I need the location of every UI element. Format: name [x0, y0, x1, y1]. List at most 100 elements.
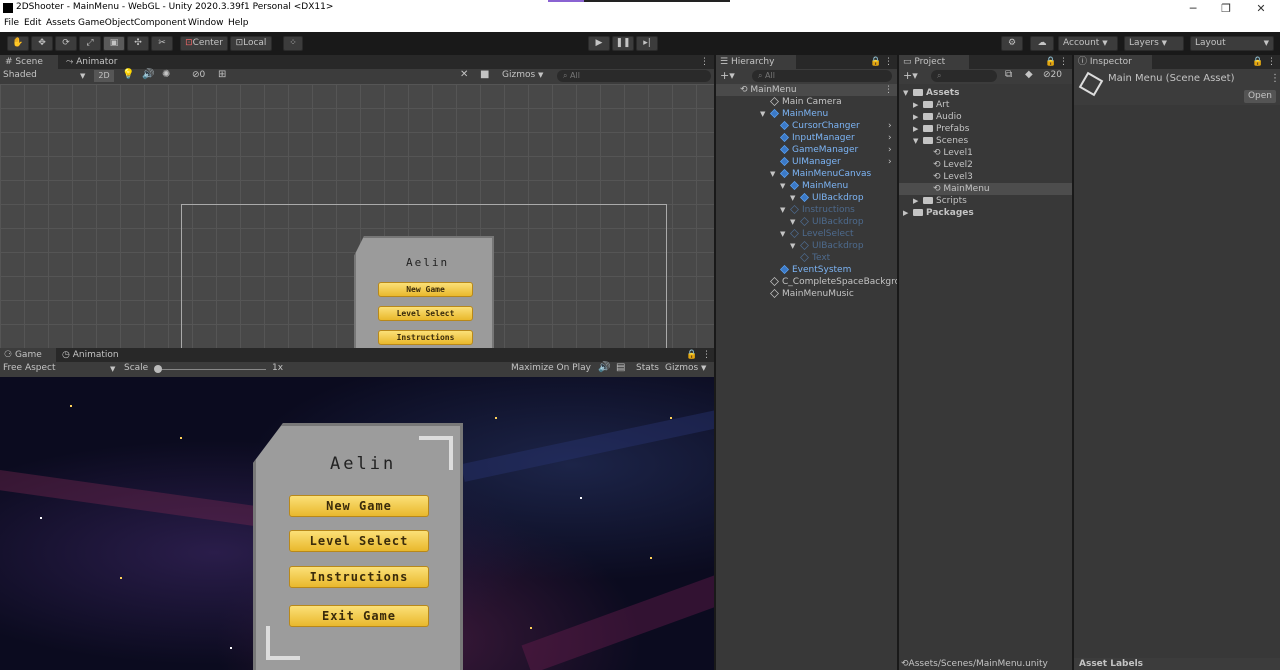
- hierarchy-scene-row[interactable]: ⟲ MainMenu ⋮: [716, 84, 897, 96]
- hierarchy-item[interactable]: ▼ UIBackdrop: [790, 192, 864, 204]
- project-scene-item[interactable]: ⟲ Level2: [899, 159, 1072, 171]
- custom-tool-icon[interactable]: ✂: [151, 36, 173, 51]
- hierarchy-item[interactable]: Main Camera: [760, 96, 842, 108]
- open-button[interactable]: Open: [1244, 90, 1276, 103]
- play-button[interactable]: ▶: [588, 36, 610, 51]
- project-scene-item[interactable]: ⟲ MainMenu: [899, 183, 1072, 195]
- scale-tool-icon[interactable]: ⤢: [79, 36, 101, 51]
- cloud-icon[interactable]: ☁: [1030, 36, 1054, 51]
- hierarchy-item[interactable]: ▼ LevelSelect: [780, 228, 854, 240]
- pause-button[interactable]: ❚❚: [612, 36, 634, 51]
- grid-snap-icon[interactable]: ⁘: [283, 36, 303, 51]
- tab-project[interactable]: ▭ Project: [899, 55, 969, 69]
- chevron-down-icon[interactable]: ▼: [780, 180, 790, 192]
- maximize-on-play-toggle[interactable]: Maximize On Play: [511, 363, 591, 373]
- menu-gameobject[interactable]: GameObject: [78, 18, 134, 28]
- rect-tool-icon[interactable]: ▣: [103, 36, 125, 51]
- game-viewport[interactable]: Aelin New Game Level Select Instructions…: [0, 377, 714, 670]
- chevron-right-icon[interactable]: ›: [888, 132, 892, 144]
- game-more-icon[interactable]: ⋮: [702, 348, 712, 362]
- lock-icon[interactable]: 🔒: [1252, 55, 1263, 69]
- add-icon[interactable]: +▾: [720, 69, 735, 82]
- close-button[interactable]: ✕: [1245, 0, 1277, 17]
- chevron-down-icon[interactable]: ▼: [780, 228, 790, 240]
- hierarchy-item[interactable]: UIManager: [770, 156, 841, 168]
- scale-slider-track[interactable]: [158, 369, 266, 370]
- chevron-right-icon[interactable]: ▼: [913, 135, 923, 147]
- project-scene-item[interactable]: ⟲ Level1: [899, 147, 1072, 159]
- hierarchy-item[interactable]: ▼ UIBackdrop: [790, 240, 864, 252]
- lock-icon[interactable]: 🔒: [870, 55, 881, 69]
- instructions-button[interactable]: Instructions: [289, 566, 429, 588]
- hierarchy-item[interactable]: ▼ Instructions: [780, 204, 855, 216]
- project-scene-item[interactable]: ⟲ Level3: [899, 171, 1072, 183]
- level-select-button[interactable]: Level Select: [289, 530, 429, 552]
- menu-assets[interactable]: Assets: [46, 18, 75, 28]
- hierarchy-item[interactable]: CursorChanger: [770, 120, 860, 132]
- collab-icon[interactable]: ⚙: [1001, 36, 1023, 51]
- chevron-right-icon[interactable]: ▶: [913, 195, 923, 207]
- step-button[interactable]: ▸|: [636, 36, 658, 51]
- panel-divider[interactable]: [714, 55, 716, 670]
- scene-viewport[interactable]: Aelin New Game Level Select Instructions: [0, 84, 714, 348]
- chevron-down-icon[interactable]: ▼: [760, 108, 770, 120]
- panel-divider[interactable]: [1072, 55, 1074, 670]
- lock-icon[interactable]: 🔒: [1045, 55, 1056, 69]
- audio-icon[interactable]: 🔊: [142, 69, 154, 80]
- stats-toggle[interactable]: Stats: [636, 363, 659, 373]
- chevron-right-icon[interactable]: ▶: [903, 207, 913, 219]
- shaded-dropdown[interactable]: Shaded: [3, 70, 37, 80]
- aspect-dropdown[interactable]: Free Aspect: [3, 363, 56, 373]
- chevron-down-icon[interactable]: ▼: [770, 168, 780, 180]
- hierarchy-item[interactable]: ▼ MainMenu: [780, 180, 848, 192]
- layout-dropdown[interactable]: Layout ▼: [1190, 36, 1274, 51]
- filter-label-icon[interactable]: ◆: [1025, 69, 1033, 80]
- effects-icon[interactable]: ✺: [162, 69, 170, 80]
- menu-edit[interactable]: Edit: [24, 18, 41, 28]
- project-folder-item[interactable]: ▼ Assets: [899, 87, 1072, 99]
- mute-audio-icon[interactable]: 🔊: [598, 362, 610, 373]
- rotate-tool-icon[interactable]: ⟳: [55, 36, 77, 51]
- chevron-down-icon[interactable]: ▼: [80, 72, 85, 80]
- hierarchy-item[interactable]: GameManager: [770, 144, 858, 156]
- layers-dropdown[interactable]: Layers ▼: [1124, 36, 1184, 51]
- hierarchy-search-input[interactable]: ⌕ All: [752, 70, 892, 82]
- hierarchy-item[interactable]: ▼ MainMenu: [760, 108, 828, 120]
- add-icon[interactable]: +▾: [903, 69, 918, 82]
- minimize-button[interactable]: ─: [1177, 0, 1209, 17]
- chevron-down-icon[interactable]: ▼: [790, 216, 800, 228]
- lighting-icon[interactable]: 💡: [122, 69, 134, 80]
- display-icon[interactable]: ▤: [616, 362, 625, 373]
- inspector-more-icon[interactable]: ⋮: [1267, 55, 1277, 69]
- inspector-header-more-icon[interactable]: ⋮: [1270, 73, 1280, 84]
- panel-divider[interactable]: [897, 55, 899, 670]
- pivot-local-button[interactable]: ⊡Local: [230, 36, 272, 51]
- menu-component[interactable]: Component: [134, 18, 186, 28]
- project-more-icon[interactable]: ⋮: [1059, 55, 1069, 69]
- game-gizmos-dropdown[interactable]: Gizmos ▼: [665, 363, 706, 373]
- hierarchy-item[interactable]: InputManager: [770, 132, 855, 144]
- filter-type-icon[interactable]: ⧉: [1005, 69, 1012, 80]
- tools-icon[interactable]: ✕: [460, 69, 468, 80]
- move-tool-icon[interactable]: ✥: [31, 36, 53, 51]
- lock-icon[interactable]: 🔒: [686, 348, 697, 362]
- menu-help[interactable]: Help: [228, 18, 249, 28]
- scene-level-select-button[interactable]: Level Select: [378, 306, 473, 321]
- hierarchy-item[interactable]: EventSystem: [770, 264, 851, 276]
- chevron-down-icon[interactable]: ▼: [780, 204, 790, 216]
- tab-scene[interactable]: # Scene: [0, 55, 58, 69]
- transform-tool-icon[interactable]: ✣: [127, 36, 149, 51]
- tab-animation[interactable]: ◷ Animation: [60, 348, 130, 362]
- menu-file[interactable]: File: [4, 18, 19, 28]
- chevron-right-icon[interactable]: ▶: [913, 123, 923, 135]
- hierarchy-more-icon[interactable]: ⋮: [884, 55, 894, 69]
- restore-button[interactable]: ❐: [1210, 0, 1242, 17]
- scene-more-icon[interactable]: ⋮: [700, 55, 710, 69]
- project-folder-item[interactable]: ▶ Packages: [899, 207, 1072, 219]
- 2d-toggle[interactable]: 2D: [94, 70, 114, 82]
- scene-new-game-button[interactable]: New Game: [378, 282, 473, 297]
- hierarchy-item[interactable]: Text: [790, 252, 830, 264]
- tab-game[interactable]: ⚆ Game: [0, 348, 56, 362]
- new-game-button[interactable]: New Game: [289, 495, 429, 517]
- grid-icon[interactable]: ⊞: [218, 69, 226, 80]
